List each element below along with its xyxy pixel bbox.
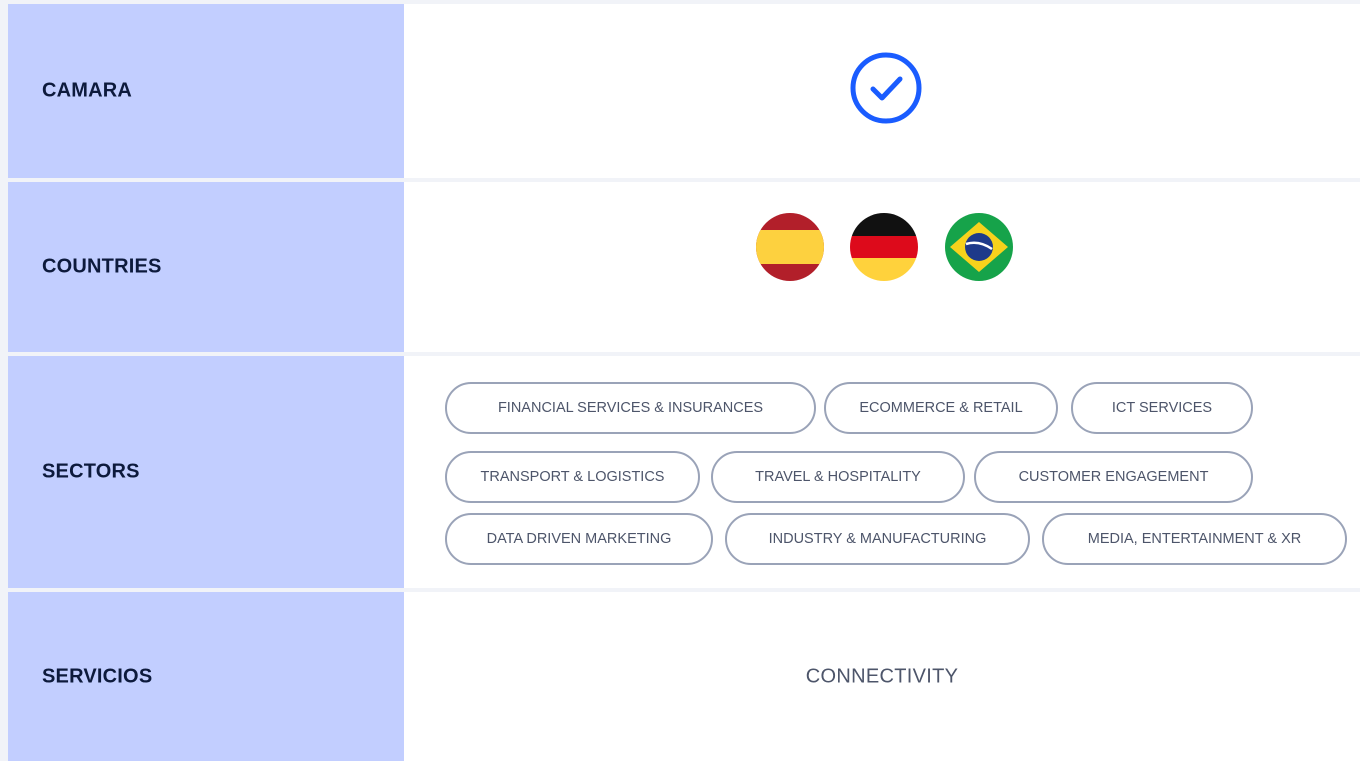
label-cell-sectors: SECTORS xyxy=(8,356,404,588)
label-cell-services: SERVICIOS xyxy=(8,592,404,761)
sector-chip-media-entertainment[interactable]: MEDIA, ENTERTAINMENT & XR xyxy=(1042,513,1347,565)
label-cell-camara: CAMARA xyxy=(8,4,404,178)
row-sectors: SECTORS FINANCIAL SERVICES & INSURANCES … xyxy=(0,356,1360,588)
sector-chip-travel-hospitality[interactable]: TRAVEL & HOSPITALITY xyxy=(711,451,965,503)
label-cell-countries: COUNTRIES xyxy=(8,182,404,352)
row-label-sectors: SECTORS xyxy=(42,460,140,483)
germany-flag-icon xyxy=(850,213,918,281)
value-cell-sectors: FINANCIAL SERVICES & INSURANCES ECOMMERC… xyxy=(404,356,1360,588)
sector-chip-financial-services[interactable]: FINANCIAL SERVICES & INSURANCES xyxy=(445,382,816,434)
row-label-countries: COUNTRIES xyxy=(42,255,162,278)
spain-flag-icon xyxy=(756,213,824,281)
row-countries: COUNTRIES xyxy=(0,182,1360,352)
row-label-camara: CAMARA xyxy=(42,79,133,102)
row-label-services: SERVICIOS xyxy=(42,665,153,687)
sector-chip-industry-manufacturing[interactable]: INDUSTRY & MANUFACTURING xyxy=(725,513,1030,565)
value-cell-services: CONNECTIVITY xyxy=(404,592,1360,761)
brazil-flag-icon xyxy=(945,213,1013,281)
value-cell-camara xyxy=(404,4,1360,178)
sector-chip-data-driven-marketing[interactable]: DATA DRIVEN MARKETING xyxy=(445,513,713,565)
row-services: SERVICIOS CONNECTIVITY xyxy=(0,592,1360,761)
flag-list xyxy=(404,213,1360,283)
row-camara: CAMARA xyxy=(0,4,1360,178)
value-cell-countries xyxy=(404,182,1360,352)
sector-chip-transport-logistics[interactable]: TRANSPORT & LOGISTICS xyxy=(445,451,700,503)
sector-chip-ict-services[interactable]: ICT SERVICES xyxy=(1071,382,1253,434)
sector-chip-ecommerce-retail[interactable]: ECOMMERCE & RETAIL xyxy=(824,382,1058,434)
check-circle-icon xyxy=(849,51,923,125)
sector-chip-customer-engagement[interactable]: CUSTOMER ENGAGEMENT xyxy=(974,451,1253,503)
service-value-connectivity: CONNECTIVITY xyxy=(805,665,959,687)
comparison-table: CAMARA COUNTRIES SECTORS FINANCIAL SERVI… xyxy=(0,0,1360,761)
